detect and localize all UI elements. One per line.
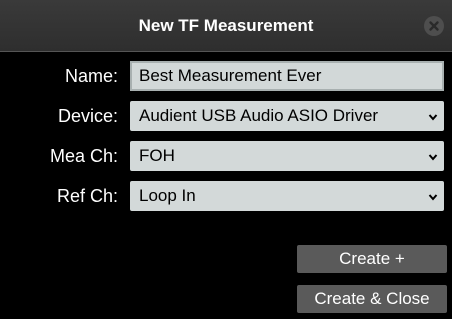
dialog-titlebar: New TF Measurement	[0, 0, 452, 52]
name-field[interactable]: Best Measurement Ever	[130, 61, 444, 91]
chevron-down-icon	[428, 114, 438, 121]
mea-ch-label: Mea Ch:	[49, 146, 118, 166]
create-and-close-button[interactable]: Create & Close	[297, 285, 447, 313]
chevron-down-icon	[428, 154, 438, 161]
new-tf-measurement-dialog: New TF Measurement Name: Best Measuremen…	[0, 0, 452, 319]
name-label: Name:	[64, 66, 118, 86]
device-select-value: Audient USB Audio ASIO Driver	[139, 106, 379, 125]
ref-ch-select[interactable]: Loop In	[130, 181, 444, 211]
mea-ch-select-value: FOH	[139, 146, 175, 165]
close-icon[interactable]	[424, 16, 444, 36]
ref-ch-label: Ref Ch:	[56, 186, 118, 206]
mea-ch-select[interactable]: FOH	[130, 141, 444, 171]
create-button[interactable]: Create +	[297, 245, 447, 273]
device-select[interactable]: Audient USB Audio ASIO Driver	[130, 101, 444, 131]
ref-ch-select-value: Loop In	[139, 186, 196, 205]
dialog-title: New TF Measurement	[138, 16, 314, 35]
device-label: Device:	[57, 106, 118, 126]
chevron-down-icon	[428, 194, 438, 201]
